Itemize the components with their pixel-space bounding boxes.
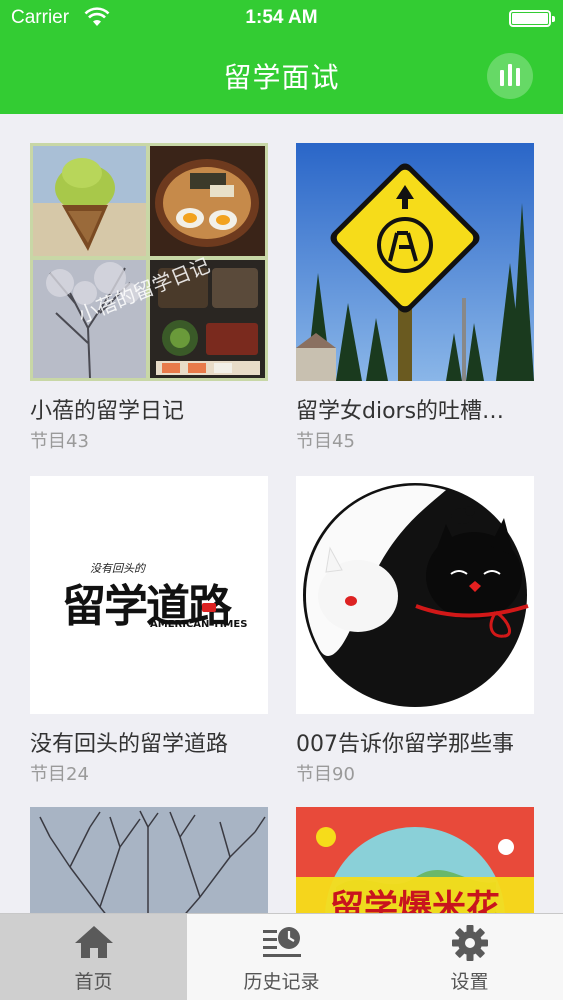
program-card[interactable]: 小蓓的留学日记 小蓓的留学日记 节目43 [30, 143, 268, 453]
program-title: 007告诉你留学那些事 [296, 732, 514, 757]
tab-label: 设置 [450, 971, 489, 993]
program-count: 节目43 [30, 431, 89, 452]
navigation-bar: Carrier 1:54 AM 留学面试 [0, 0, 563, 114]
seal-stamp [202, 603, 216, 612]
program-card[interactable]: 007告诉你留学那些事 节目90 [296, 476, 534, 786]
home-icon [74, 926, 113, 958]
program-thumbnail[interactable]: 小蓓的留学日记 [30, 143, 268, 381]
tab-home[interactable]: 首页 [0, 914, 187, 1000]
banner-text: 留学爆米花 [330, 888, 500, 913]
program-title: 小蓓的留学日记 [30, 399, 185, 424]
tab-label: 历史记录 [243, 971, 320, 993]
program-card[interactable]: 留学爆米花 [296, 807, 534, 913]
logo-subtitle: AMERICAN TIMES [150, 619, 248, 630]
tab-settings[interactable]: 设置 [376, 914, 563, 1000]
history-icon [262, 927, 301, 957]
program-count: 节目90 [296, 764, 355, 785]
program-thumbnail[interactable]: 没有回头的 留学道路 AMERICAN TIMES [30, 476, 268, 714]
program-thumbnail[interactable] [296, 476, 534, 714]
tab-history[interactable]: 历史记录 [188, 914, 375, 1000]
program-count: 节目24 [30, 764, 89, 785]
tab-label: 首页 [74, 971, 113, 993]
program-card[interactable]: 没有回头的 留学道路 AMERICAN TIMES 没有回头的留学道路 节目24 [30, 476, 268, 786]
program-grid: 小蓓的留学日记 小蓓的留学日记 节目43 留学女diors的吐槽… 节目45 没… [0, 114, 563, 913]
program-count: 节目45 [296, 431, 355, 452]
gear-icon [451, 925, 488, 961]
battery-icon [509, 10, 555, 27]
program-title: 留学女diors的吐槽… [296, 399, 505, 424]
program-thumbnail[interactable]: 留学爆米花 [296, 807, 534, 913]
tab-bar: 首页 历史记录 设置 [0, 913, 563, 1000]
status-bar: Carrier 1:54 AM [0, 0, 563, 40]
program-title: 没有回头的留学道路 [30, 732, 229, 757]
program-card[interactable] [30, 807, 268, 913]
program-card[interactable]: 留学女diors的吐槽… 节目45 [296, 143, 534, 453]
program-thumbnail[interactable] [296, 143, 534, 381]
program-thumbnail[interactable] [30, 807, 268, 913]
page-title: 留学面试 [223, 61, 340, 94]
status-time: 1:54 AM [245, 7, 318, 28]
bar-chart-icon[interactable] [487, 53, 533, 99]
